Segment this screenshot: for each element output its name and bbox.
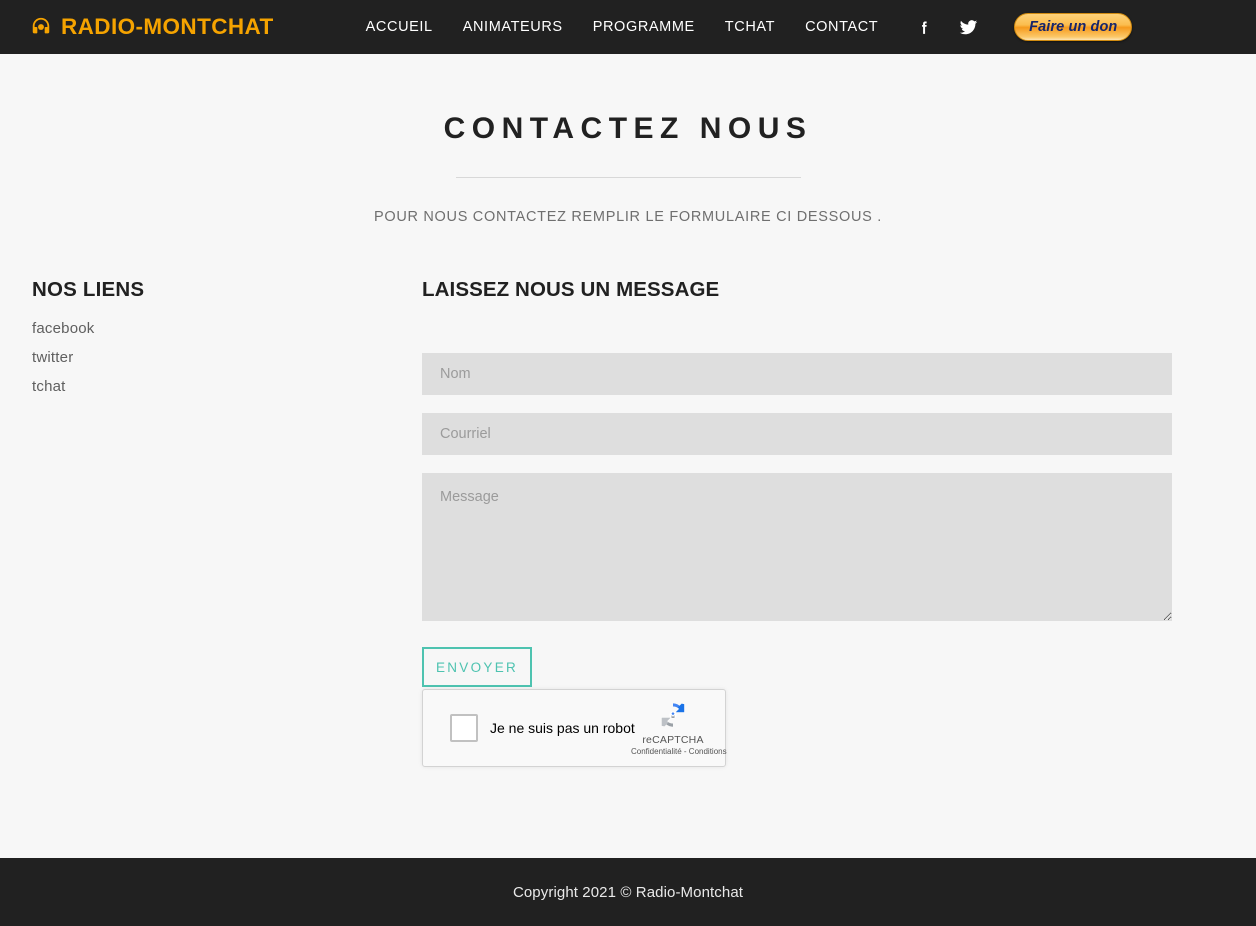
message-textarea[interactable] xyxy=(422,473,1172,621)
brand-title: RADIO-MONTCHAT xyxy=(61,14,274,39)
sidebar-item-tchat[interactable]: tchat xyxy=(32,378,66,395)
headphones-icon xyxy=(30,16,52,38)
sidebar-item-facebook[interactable]: facebook xyxy=(32,320,94,337)
social-links xyxy=(916,18,978,37)
nav-item-animateurs[interactable]: ANIMATEURS xyxy=(463,19,563,35)
nav-item-contact[interactable]: CONTACT xyxy=(805,19,878,35)
facebook-link[interactable] xyxy=(916,19,933,36)
list-item: facebook xyxy=(32,320,422,338)
contact-form-section: LAISSEZ NOUS UN MESSAGE ENVOYER Je ne su… xyxy=(422,278,1174,767)
facebook-icon xyxy=(916,19,933,36)
site-header: RADIO-MONTCHAT ACCUEIL ANIMATEURS PROGRA… xyxy=(0,0,1256,54)
site-footer: Copyright 2021 © Radio-Montchat xyxy=(0,858,1256,926)
sidebar-link-list: facebook twitter tchat xyxy=(32,320,422,396)
recaptcha-branding: reCAPTCHA Confidentialité - Conditions xyxy=(631,698,727,756)
page-subtitle: POUR NOUS CONTACTEZ REMPLIR LE FORMULAIR… xyxy=(373,209,883,225)
recaptcha-legal-links[interactable]: Confidentialité - Conditions xyxy=(631,747,727,756)
sidebar-title: NOS LIENS xyxy=(32,278,145,301)
twitter-icon xyxy=(959,18,978,37)
brand-logo[interactable]: RADIO-MONTCHAT xyxy=(30,14,274,40)
form-title: LAISSEZ NOUS UN MESSAGE xyxy=(422,278,720,301)
recaptcha-icon xyxy=(656,698,690,732)
page-header-section: CONTACTEZ NOUS POUR NOUS CONTACTEZ REMPL… xyxy=(0,54,1256,226)
recaptcha-widget[interactable]: Je ne suis pas un robot reCAPTCHA Confid… xyxy=(422,689,727,767)
recaptcha-checkbox[interactable] xyxy=(450,714,478,742)
list-item: twitter xyxy=(32,349,422,367)
page-content: NOS LIENS facebook twitter tchat LAISSEZ… xyxy=(0,278,1256,767)
nav-item-programme[interactable]: PROGRAMME xyxy=(593,19,695,35)
main-navigation: ACCUEIL ANIMATEURS PROGRAMME TCHAT CONTA… xyxy=(366,19,879,35)
sidebar-item-twitter[interactable]: twitter xyxy=(32,349,73,366)
contact-form: ENVOYER xyxy=(422,353,1174,687)
name-input[interactable] xyxy=(422,353,1172,395)
recaptcha-brand-name: reCAPTCHA xyxy=(642,734,704,746)
copyright-text: Copyright 2021 © Radio-Montchat xyxy=(512,883,744,901)
recaptcha-label: Je ne suis pas un robot xyxy=(490,720,635,736)
send-button[interactable]: ENVOYER xyxy=(422,647,532,687)
nav-item-accueil[interactable]: ACCUEIL xyxy=(366,19,433,35)
title-divider xyxy=(455,177,801,178)
donate-button[interactable]: Faire un don xyxy=(1014,13,1133,41)
sidebar-links-section: NOS LIENS facebook twitter tchat xyxy=(32,278,422,767)
page-title: CONTACTEZ NOUS xyxy=(443,112,813,145)
email-input[interactable] xyxy=(422,413,1172,455)
twitter-link[interactable] xyxy=(959,18,978,37)
nav-item-tchat[interactable]: TCHAT xyxy=(725,19,775,35)
list-item: tchat xyxy=(32,378,422,396)
